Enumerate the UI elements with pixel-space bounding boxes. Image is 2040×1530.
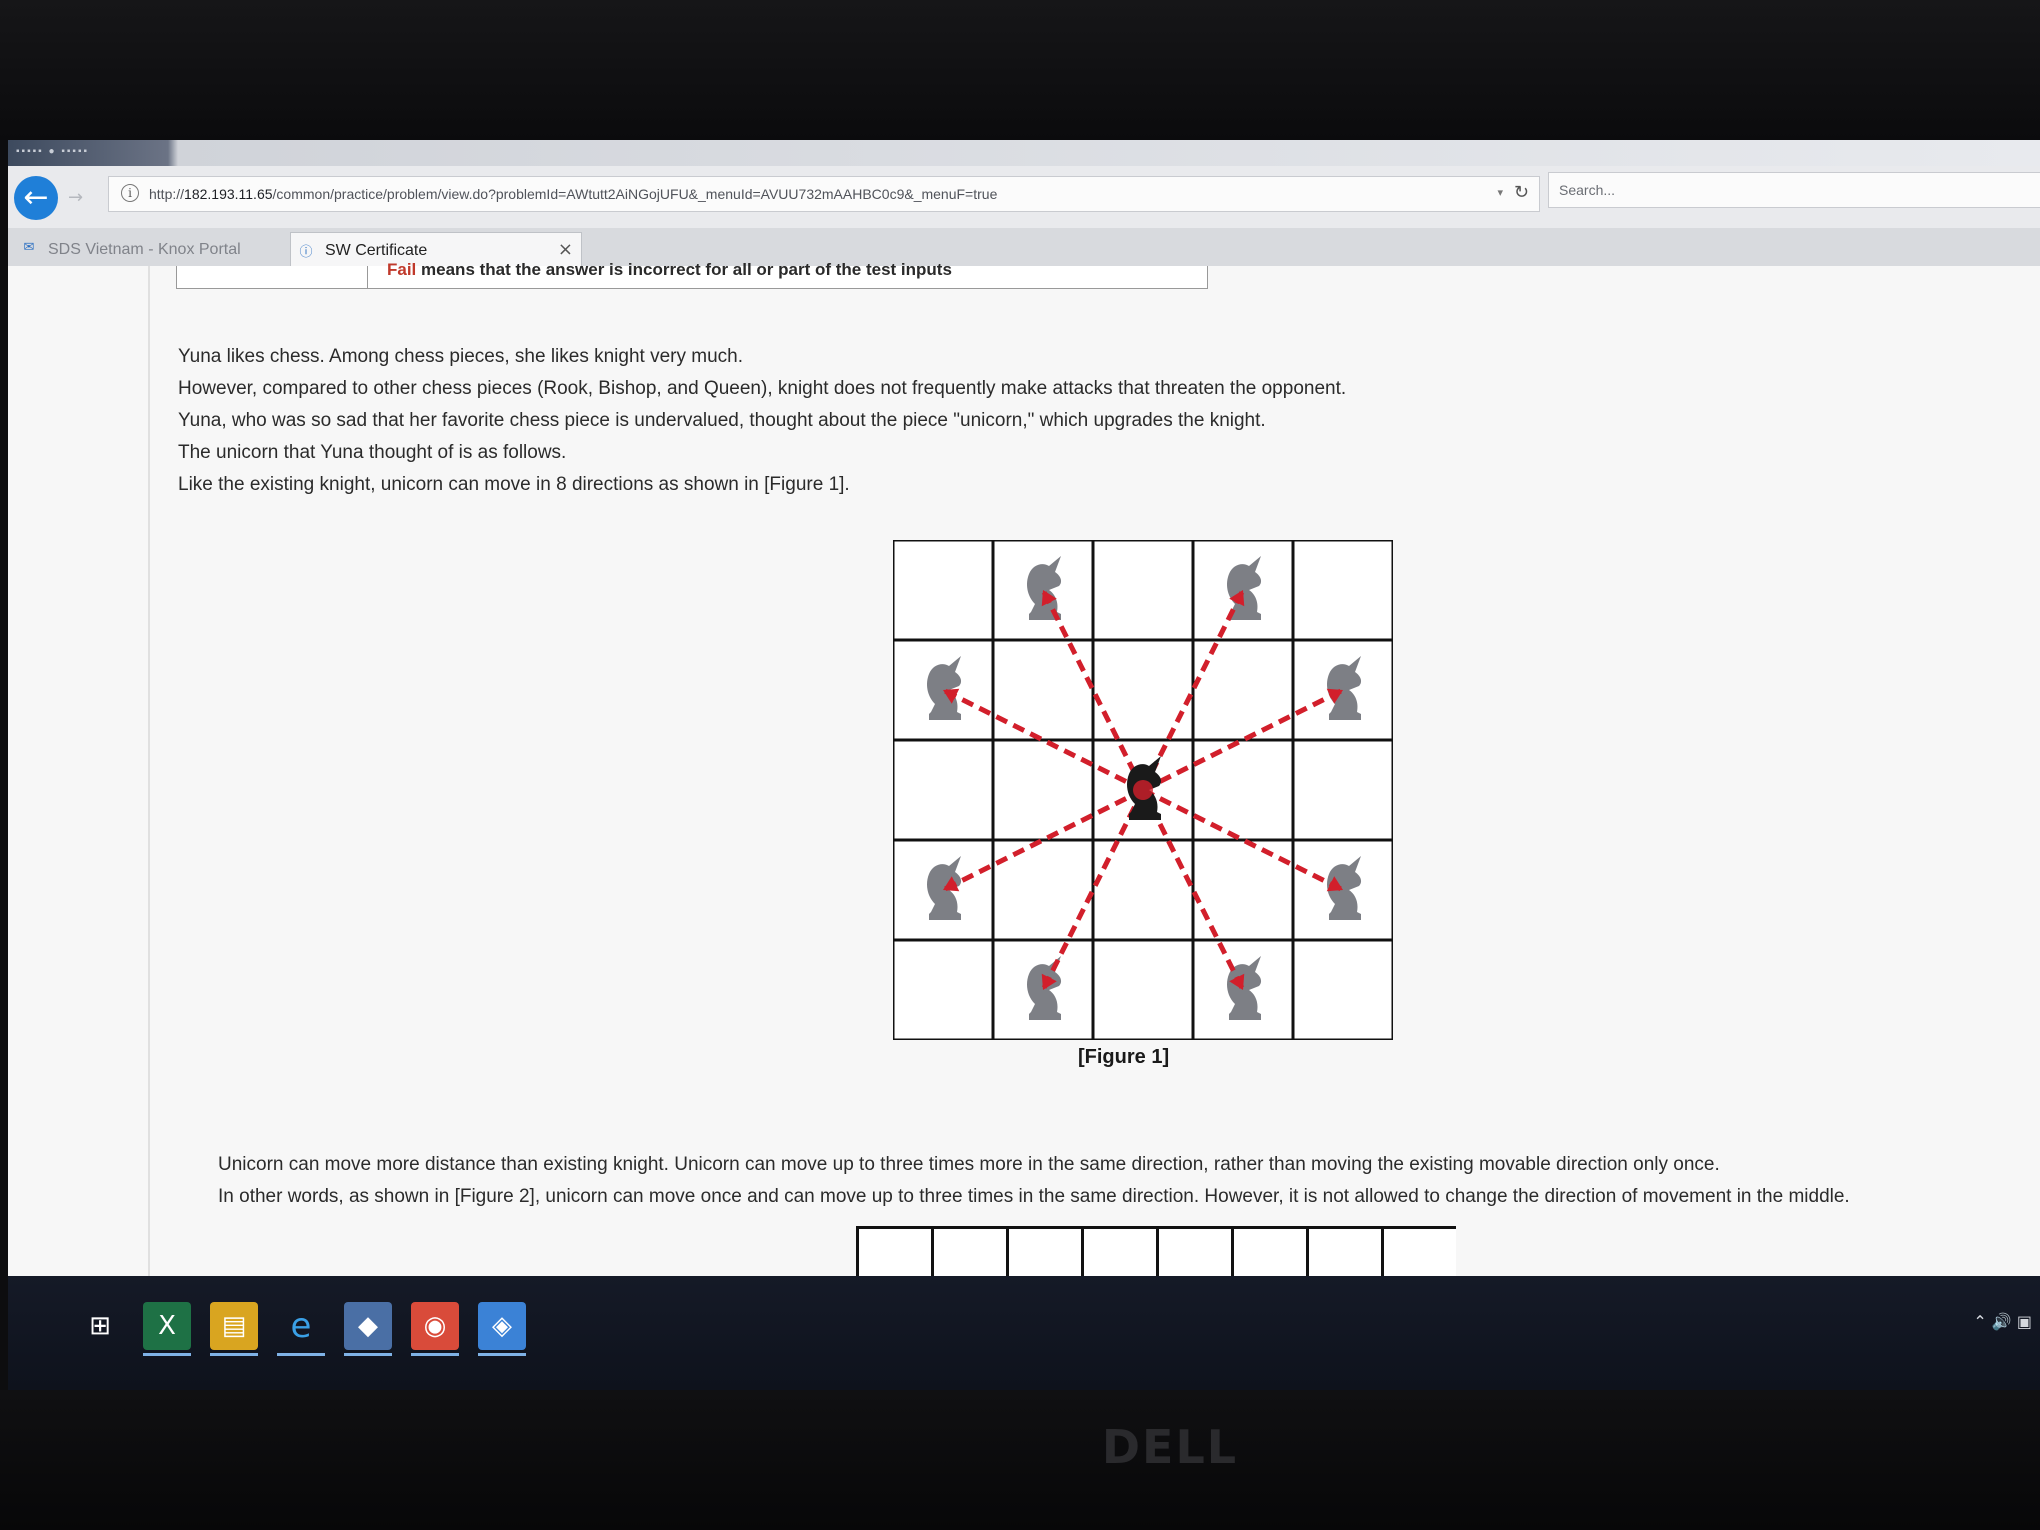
- info-icon[interactable]: i: [121, 184, 139, 202]
- refresh-icon[interactable]: ↻: [1514, 182, 1529, 203]
- divider: [148, 266, 150, 1276]
- screen: ▪▪▪▪▪ ● ▪▪▪▪▪ ← → i http://182.193.11.65…: [8, 140, 2040, 1390]
- info-icon: ⓘ: [299, 245, 313, 260]
- board-cell: [893, 738, 995, 842]
- board-cell: [1191, 838, 1295, 942]
- board-cell: [991, 738, 1095, 842]
- active-indicator: [478, 1353, 526, 1356]
- board-cell: [1191, 638, 1295, 742]
- tab-label: SDS Vietnam - Knox Portal: [48, 241, 241, 258]
- forward-arrow-icon[interactable]: →: [68, 188, 88, 208]
- file-explorer-icon[interactable]: ▤: [210, 1302, 258, 1356]
- board-cell: [893, 540, 995, 642]
- result-legend-box: Fail means that the answer is incorrect …: [176, 260, 1208, 289]
- board-cell: [1091, 638, 1195, 742]
- problem-text-line: Like the existing knight, unicorn can mo…: [178, 474, 850, 495]
- board-cell: [1291, 540, 1393, 642]
- board-cell: [1091, 540, 1195, 642]
- problem-text-line: In other words, as shown in [Figure 2], …: [218, 1186, 1850, 1207]
- active-indicator: [143, 1353, 191, 1356]
- close-icon[interactable]: ×: [558, 239, 573, 260]
- dell-logo: DELL: [1101, 1420, 1239, 1474]
- window-titlebar: ▪▪▪▪▪ ● ▪▪▪▪▪: [8, 140, 2040, 166]
- result-legend-text: Fail means that the answer is incorrect …: [387, 260, 952, 279]
- tab-label: SW Certificate: [325, 242, 428, 259]
- active-indicator: [411, 1353, 459, 1356]
- titlebar-blur: ▪▪▪▪▪ ● ▪▪▪▪▪: [16, 146, 90, 157]
- board-cell: [1191, 738, 1295, 842]
- board-cell: [1291, 738, 1393, 842]
- board-cell: [1291, 938, 1393, 1040]
- figure-1-board: [893, 540, 1393, 1040]
- problem-text-line: Yuna likes chess. Among chess pieces, sh…: [178, 346, 743, 367]
- system-tray: ⌃ 🔊 ▣: [1973, 1312, 2032, 1331]
- start-icon[interactable]: ⊞: [76, 1302, 124, 1350]
- board-cell: [1091, 938, 1195, 1040]
- problem-text-line: Yuna, who was so sad that her favorite c…: [178, 410, 1266, 431]
- app-icon[interactable]: ◆: [344, 1302, 392, 1356]
- monitor-bezel-bottom: [0, 1390, 2040, 1530]
- address-bar[interactable]: i http://182.193.11.65/common/practice/p…: [108, 176, 1540, 212]
- search-input[interactable]: Search...: [1548, 172, 2040, 208]
- board-cell: [1091, 838, 1195, 942]
- board-cell: [893, 938, 995, 1040]
- back-arrow-icon[interactable]: ←: [14, 176, 58, 220]
- active-indicator: [210, 1353, 258, 1356]
- chrome-icon[interactable]: ◉: [411, 1302, 459, 1356]
- url-dropdown-icon[interactable]: ▾: [1497, 186, 1503, 199]
- figure-1-caption: [Figure 1]: [1078, 1046, 1170, 1068]
- problem-page: Fail means that the answer is incorrect …: [8, 260, 2040, 1286]
- search-placeholder: Search...: [1559, 182, 1616, 198]
- tab-bar: ✉ SDS Vietnam - Knox Portal ⓘ SW Certifi…: [8, 228, 2040, 350]
- excel-icon[interactable]: X: [143, 1302, 191, 1356]
- problem-text-line: However, compared to other chess pieces …: [178, 378, 1347, 399]
- taskbar: ⌃ 🔊 ▣ ⊞ X ▤ e ◆ ◉ ◈: [8, 1276, 2040, 1390]
- center-burst: [1133, 780, 1153, 800]
- url-text[interactable]: http://182.193.11.65/common/practice/pro…: [149, 186, 997, 202]
- problem-text-line: The unicorn that Yuna thought of is as f…: [178, 442, 567, 463]
- tab-knox-portal[interactable]: ✉ SDS Vietnam - Knox Portal: [14, 232, 284, 266]
- divider: [367, 266, 368, 288]
- browser-navbar: ← → i http://182.193.11.65/common/practi…: [8, 166, 2040, 229]
- active-indicator: [344, 1353, 392, 1356]
- board-cell: [991, 838, 1095, 942]
- problem-text-line: Unicorn can move more distance than exis…: [218, 1154, 1720, 1175]
- app-launcher-icon[interactable]: ◈: [478, 1302, 526, 1356]
- internet-explorer-icon[interactable]: e: [277, 1302, 325, 1356]
- mail-icon: ✉: [23, 240, 35, 255]
- monitor-bezel-top: [0, 0, 2040, 140]
- board-cell: [991, 638, 1095, 742]
- active-indicator: [277, 1353, 325, 1356]
